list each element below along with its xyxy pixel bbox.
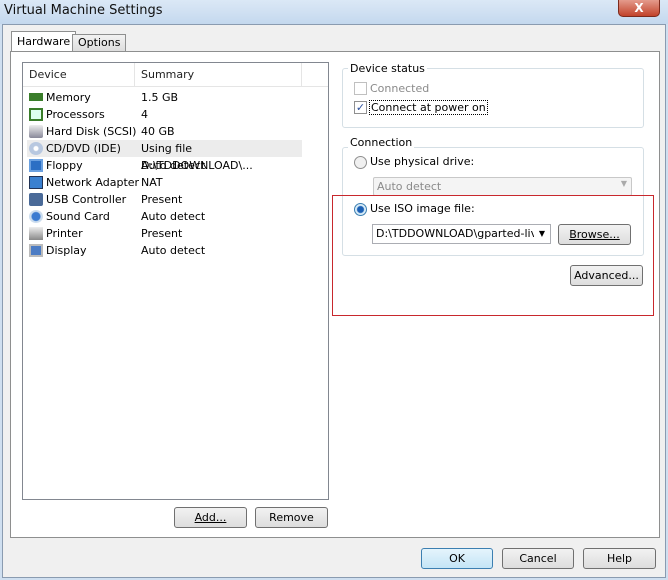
column-device[interactable]: Device <box>23 63 135 87</box>
network-adapter-icon <box>29 176 43 189</box>
close-button[interactable]: X <box>618 0 660 17</box>
connection-title: Connection <box>348 136 415 149</box>
device-name: CD/DVD (IDE) <box>46 142 121 155</box>
device-summary: 4 <box>141 108 148 121</box>
window-title: Virtual Machine Settings <box>4 3 163 18</box>
memory-icon <box>29 93 43 101</box>
floppy-icon <box>29 159 43 172</box>
device-status-title: Device status <box>348 62 427 75</box>
device-summary: Auto detect <box>141 210 206 223</box>
printer-icon <box>29 227 43 240</box>
remove-label: Remove <box>269 511 314 524</box>
device-summary: 1.5 GB <box>141 91 179 104</box>
device-name: Sound Card <box>46 210 110 223</box>
device-name: Hard Disk (SCSI) <box>46 125 137 138</box>
sound-card-icon <box>29 210 43 223</box>
device-name: Printer <box>46 227 83 240</box>
add-label: Add... <box>194 511 227 524</box>
connect-power-on-label: Connect at power on <box>369 100 488 115</box>
connected-label: Connected <box>370 82 430 95</box>
tab-label: Hardware <box>17 35 71 48</box>
processor-icon <box>29 108 43 121</box>
list-header: Device Summary <box>23 63 328 87</box>
list-item[interactable]: Floppy Auto detect <box>27 157 302 174</box>
list-item[interactable]: CD/DVD (IDE) Using file D:\TDDOWNLOAD\... <box>27 140 302 172</box>
list-item[interactable]: Hard Disk (SCSI) 40 GB <box>27 123 302 140</box>
tab-options[interactable]: Options <box>72 34 127 52</box>
cancel-label: Cancel <box>519 552 557 565</box>
list-item[interactable]: Printer Present <box>27 225 302 242</box>
help-button[interactable]: Help <box>583 548 656 569</box>
device-list[interactable]: Device Summary Memory 1.5 GB Processors 4 Ha… <box>22 62 329 500</box>
list-item[interactable]: Processors 4 <box>27 106 302 123</box>
add-button[interactable]: Add... <box>174 507 247 528</box>
ok-button[interactable]: OK <box>421 548 493 569</box>
device-name: Memory <box>46 91 91 104</box>
device-name: Floppy <box>46 159 83 172</box>
device-name: Display <box>46 244 87 257</box>
remove-button[interactable]: Remove <box>255 507 328 528</box>
device-summary: NAT <box>141 176 163 189</box>
list-item[interactable]: Network Adapter NAT <box>27 174 302 191</box>
connect-power-on-checkbox[interactable]: ✓ <box>354 101 367 114</box>
help-label: Help <box>606 552 633 565</box>
usb-icon <box>29 193 43 206</box>
list-item[interactable]: Sound Card Auto detect <box>27 208 302 225</box>
highlight-box <box>332 195 654 316</box>
cd-dvd-icon <box>29 142 43 155</box>
list-item[interactable]: Memory 1.5 GB <box>27 89 302 106</box>
tab-hardware[interactable]: Hardware <box>11 31 77 53</box>
cancel-button[interactable]: Cancel <box>502 548 574 569</box>
device-summary: Auto detect <box>141 159 206 172</box>
physical-drive-value: Auto detect <box>377 180 442 193</box>
hard-disk-icon <box>29 125 43 138</box>
column-summary[interactable]: Summary <box>135 63 302 87</box>
device-name: Processors <box>46 108 105 121</box>
device-name: USB Controller <box>46 193 127 206</box>
display-icon <box>29 244 43 257</box>
device-summary: Present <box>141 227 183 240</box>
close-icon: X <box>634 1 644 15</box>
ok-label: OK <box>449 552 465 565</box>
device-summary: 40 GB <box>141 125 175 138</box>
chevron-down-icon: ▼ <box>620 179 627 188</box>
physical-drive-radio[interactable] <box>354 156 367 169</box>
physical-drive-select[interactable]: Auto detect ▼ <box>373 177 632 196</box>
physical-drive-label: Use physical drive: <box>370 155 475 168</box>
list-item[interactable]: Display Auto detect <box>27 242 302 259</box>
connected-checkbox[interactable] <box>354 82 367 95</box>
device-summary: Present <box>141 193 183 206</box>
title-bar: Virtual Machine Settings X <box>0 0 668 24</box>
device-status-group <box>342 68 644 128</box>
device-summary: Auto detect <box>141 244 206 257</box>
list-item[interactable]: USB Controller Present <box>27 191 302 208</box>
tab-label: Options <box>78 36 121 49</box>
device-name: Network Adapter <box>46 176 140 189</box>
